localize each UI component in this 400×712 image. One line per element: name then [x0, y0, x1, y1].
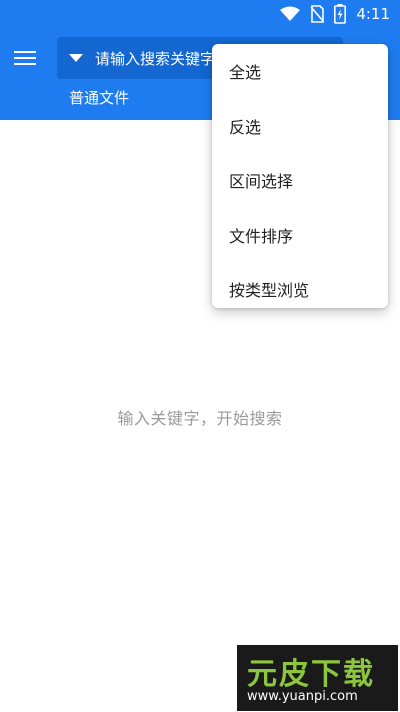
menu-item-browse-by-type[interactable]: 按类型浏览: [212, 262, 388, 317]
menu-item-select-all[interactable]: 全选: [212, 44, 388, 99]
hamburger-menu-icon[interactable]: [14, 46, 42, 70]
watermark-logo: 元皮下载 www.yuanpi.com: [237, 645, 398, 711]
status-bar: 4:11: [0, 0, 400, 28]
clock: 4:11: [356, 5, 390, 23]
wifi-icon: [280, 6, 301, 22]
watermark-url: www.yuanpi.com: [247, 689, 358, 704]
overflow-menu: 全选 反选 区间选择 文件排序 按类型浏览: [212, 44, 388, 308]
empty-state-message: 输入关键字，开始搜索: [117, 409, 283, 428]
menu-item-invert-selection[interactable]: 反选: [212, 99, 388, 154]
dropdown-triangle-icon[interactable]: [69, 54, 83, 62]
menu-item-sort-files[interactable]: 文件排序: [212, 208, 388, 263]
menu-item-range-select[interactable]: 区间选择: [212, 153, 388, 208]
no-sim-icon: [310, 5, 325, 23]
file-type-label[interactable]: 普通文件: [69, 87, 129, 108]
search-placeholder: 请输入搜索关键字: [95, 49, 216, 68]
battery-charging-icon: [334, 4, 347, 24]
watermark-title: 元皮下载: [247, 657, 375, 692]
